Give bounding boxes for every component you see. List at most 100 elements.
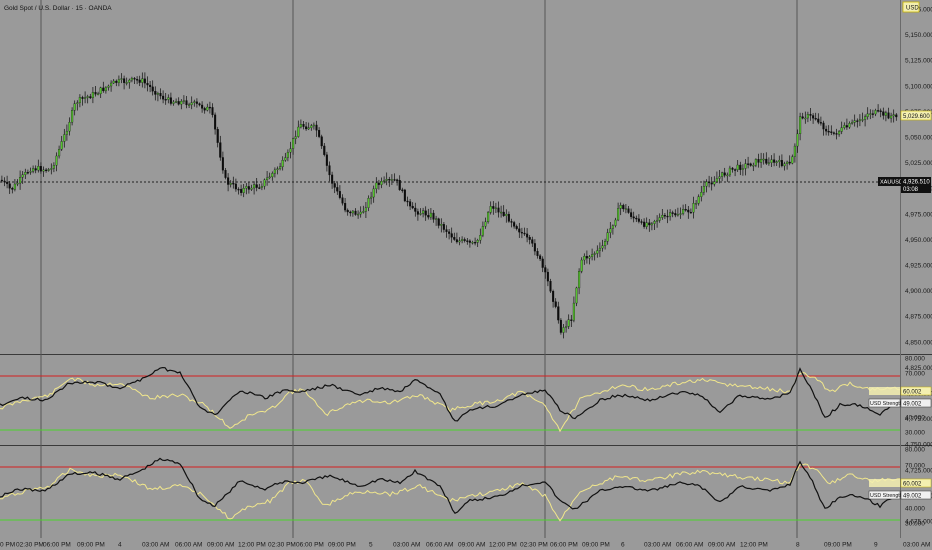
crosshair-time: 03:08 — [903, 187, 919, 193]
candle-body — [793, 145, 796, 157]
candle-body — [242, 188, 245, 193]
candle-body — [188, 104, 191, 106]
candle-body — [182, 100, 185, 102]
candle-body — [502, 211, 505, 216]
candle-body — [164, 99, 167, 101]
candle-body — [684, 209, 687, 211]
candle-body — [247, 186, 250, 190]
candle-body — [520, 232, 523, 234]
candle-body — [206, 106, 209, 111]
candle-body — [487, 212, 490, 223]
currency-button[interactable]: USD — [902, 1, 920, 13]
candle-body — [479, 235, 482, 241]
price-axis-label: 5,150.000 — [905, 32, 932, 39]
candle-body — [682, 209, 685, 214]
candle-body — [632, 216, 635, 219]
candle-body — [848, 123, 851, 128]
candle-body — [229, 183, 232, 185]
indicator-pane-1[interactable] — [0, 355, 900, 445]
time-axis-label: 9 — [874, 542, 878, 549]
candle-body — [86, 96, 89, 98]
candle-body — [596, 250, 599, 254]
candle-body — [424, 210, 427, 216]
candle-body — [749, 163, 752, 166]
candle-body — [650, 223, 653, 226]
chart-canvas[interactable]: Gold Spot / U.S. Dollar · 15 · OANDA 5,1… — [0, 0, 932, 550]
last-price-value: 5,029.600 — [903, 114, 930, 120]
candle-body — [78, 97, 81, 103]
price-pane[interactable] — [0, 0, 900, 354]
candle-body — [445, 229, 448, 232]
price-axis-label: 5,125.000 — [905, 58, 932, 65]
candle-body — [721, 172, 724, 177]
candle-body — [76, 102, 79, 104]
candle-body — [645, 222, 648, 227]
candle-body — [60, 141, 63, 150]
candle-body — [21, 174, 24, 178]
candle-body — [372, 188, 375, 198]
candle-body — [58, 149, 61, 157]
candle-body — [845, 125, 848, 128]
candle-body — [728, 167, 731, 176]
candle-body — [788, 161, 791, 164]
candle-body — [523, 232, 526, 235]
candle-body — [333, 183, 336, 188]
candle-body — [99, 87, 102, 94]
candle-body — [637, 218, 640, 222]
indicator-pane-2[interactable] — [0, 446, 900, 538]
candle-body — [305, 126, 308, 130]
candle-body — [107, 85, 110, 88]
candle-body — [500, 211, 503, 214]
candle-body — [310, 125, 313, 128]
candle-body — [211, 107, 214, 116]
candle-body — [892, 114, 895, 117]
candle-body — [354, 210, 357, 215]
candle-body — [736, 164, 739, 170]
candle-body — [125, 82, 128, 84]
candle-body — [552, 291, 555, 302]
candle-body — [835, 133, 838, 135]
candle-body — [175, 101, 178, 103]
price-axis-label: 5,050.000 — [905, 135, 932, 142]
candle-body — [879, 110, 882, 112]
price-axis-label: 5,100.000 — [905, 83, 932, 90]
candle-body — [601, 245, 604, 249]
candle-body — [315, 124, 318, 131]
candle-body — [292, 138, 295, 149]
time-axis-label: 09:00 AM — [207, 542, 234, 549]
candle-body — [796, 133, 799, 147]
candle-body — [471, 242, 474, 244]
time-axis-label: 06:00 AM — [426, 542, 453, 549]
candle-body — [869, 113, 872, 115]
candle-body — [258, 187, 261, 189]
candle-body — [591, 254, 594, 257]
candle-body — [162, 95, 165, 100]
candle-body — [71, 110, 74, 123]
candle-body — [190, 102, 193, 105]
candle-body — [713, 181, 716, 185]
candle-body — [575, 287, 578, 304]
candle-body — [68, 122, 71, 132]
candle-body — [700, 192, 703, 197]
candle-body — [671, 212, 674, 214]
price-axis-label: 4,850.000 — [905, 339, 932, 346]
candle-body — [232, 183, 235, 185]
candle-body — [312, 124, 315, 127]
candle-body — [882, 111, 885, 116]
candle-body — [791, 156, 794, 164]
candle-body — [143, 78, 146, 84]
candle-body — [809, 114, 812, 116]
candle-body — [731, 167, 734, 170]
time-axis-label: 12:00 PM — [740, 542, 768, 549]
candle-body — [416, 211, 419, 215]
candle-body — [422, 210, 425, 214]
candle-body — [832, 132, 835, 134]
candle-body — [123, 78, 126, 83]
candle-body — [801, 116, 804, 119]
candle-body — [120, 78, 123, 80]
candle-body — [6, 181, 9, 184]
candle-body — [401, 189, 404, 191]
candle-body — [344, 203, 347, 211]
time-axis-label: 03:00 AM — [644, 542, 671, 549]
candle-body — [91, 92, 94, 99]
